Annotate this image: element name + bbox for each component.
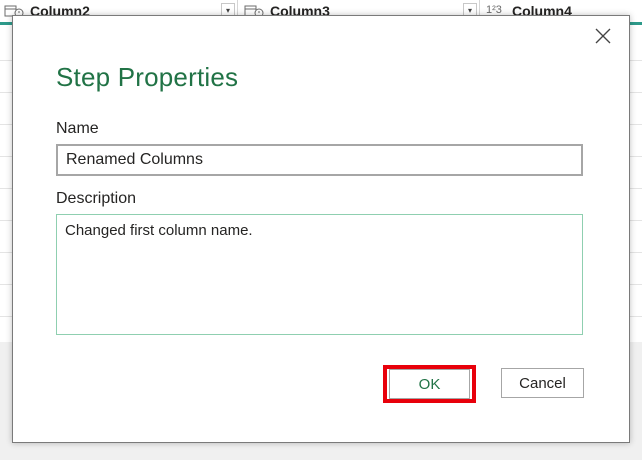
ok-button[interactable]: OK <box>389 369 470 399</box>
name-input[interactable] <box>56 144 583 176</box>
description-input[interactable]: Changed first column name. <box>56 214 583 335</box>
step-properties-dialog: Step Properties Name Description Changed… <box>12 15 630 443</box>
close-icon <box>595 28 611 44</box>
description-label: Description <box>56 190 137 207</box>
cancel-button[interactable]: Cancel <box>501 368 584 398</box>
name-label: Name <box>56 120 99 137</box>
dialog-title: Step Properties <box>56 62 239 92</box>
close-button[interactable] <box>591 24 615 48</box>
